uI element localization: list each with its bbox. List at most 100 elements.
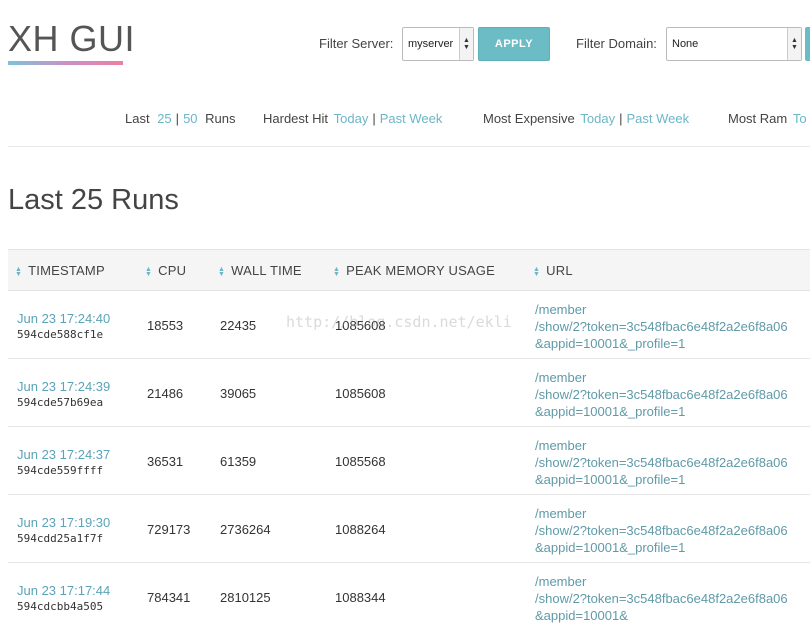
sort-arrows-icon: ▲ ▼	[145, 265, 153, 278]
table-row: Jun 23 17:24:37 594cde559ffff 36531 6135…	[8, 427, 810, 495]
url-link[interactable]: /member /show/2?token=3c548fbac6e48f2a2e…	[535, 301, 788, 352]
wall-time-value: 39065	[220, 386, 257, 401]
url-line: /member	[535, 438, 587, 453]
nav-runs-label: Runs	[205, 111, 236, 126]
runs-table: ▲ ▼ TIMESTAMP ▲ ▼ CPU ▲ ▼ WALL TIME ▲ ▼ PEAK MEM…	[8, 249, 810, 625]
url-line: /member	[535, 370, 587, 385]
server-select[interactable]: myserver ▲ ▼	[402, 27, 474, 61]
timestamp-link[interactable]: Jun 23 17:24:37	[17, 447, 110, 462]
cpu-value: 784341	[147, 590, 191, 605]
server-select-value: myserver	[408, 38, 454, 50]
url-link[interactable]: /member /show/2?token=3c548fbac6e48f2a2e…	[535, 437, 788, 488]
url-line: &appid=10001&	[535, 608, 628, 623]
timestamp-link[interactable]: Jun 23 17:19:30	[17, 515, 110, 530]
wall-time-value: 2736264	[220, 522, 271, 537]
header-url-label: URL	[546, 263, 573, 278]
run-id: 594cdd25a1f7f	[17, 532, 104, 545]
peak-memory-value: 1088344	[335, 590, 386, 605]
dropdown-arrow-icon: ▲ ▼	[459, 28, 473, 60]
url-line: /show/2?token=3c548fbac6e48f2a2e6f8a06	[535, 319, 788, 334]
nav-most-expensive-week-link[interactable]: Past Week	[626, 111, 689, 126]
page-title: Last 25 Runs	[8, 184, 179, 216]
timestamp-link[interactable]: Jun 23 17:24:39	[17, 379, 110, 394]
header-cpu[interactable]: ▲ ▼ CPU	[145, 263, 186, 278]
run-id: 594cde588cf1e	[17, 328, 104, 341]
cpu-value: 21486	[147, 386, 184, 401]
filter-domain-label: Filter Domain:	[576, 36, 657, 51]
sort-arrows-icon: ▲ ▼	[533, 265, 541, 278]
url-line: /show/2?token=3c548fbac6e48f2a2e6f8a06	[535, 523, 788, 538]
nav-most-ram-today-link[interactable]: To	[793, 111, 807, 126]
peak-memory-value: 1088264	[335, 522, 386, 537]
header-peak-memory[interactable]: ▲ ▼ PEAK MEMORY USAGE	[333, 263, 495, 278]
url-line: &appid=10001&_profile=1	[535, 404, 686, 419]
nav-most-ram-label: Most Ram	[728, 111, 788, 126]
peak-memory-value: 1085568	[335, 454, 386, 469]
dropdown-arrow-icon: ▲ ▼	[787, 28, 801, 60]
nav-hardest-hit-label: Hardest Hit	[263, 111, 329, 126]
url-line: &appid=10001&_profile=1	[535, 472, 686, 487]
nav-most-expensive-label: Most Expensive	[483, 111, 575, 126]
url-line: /show/2?token=3c548fbac6e48f2a2e6f8a06	[535, 455, 788, 470]
url-link[interactable]: /member /show/2?token=3c548fbac6e48f2a2e…	[535, 505, 788, 556]
timestamp-link[interactable]: Jun 23 17:17:44	[17, 583, 110, 598]
nav-last-runs: Last 25 | 50 Runs	[125, 111, 236, 126]
nav-most-expensive-today-link[interactable]: Today	[580, 111, 615, 126]
url-link[interactable]: /member /show/2?token=3c548fbac6e48f2a2e…	[535, 573, 788, 624]
timestamp-link[interactable]: Jun 23 17:24:40	[17, 311, 110, 326]
apply-button[interactable]: APPLY	[478, 27, 550, 61]
domain-select-value: None	[672, 38, 699, 50]
table-row: Jun 23 17:24:40 594cde588cf1e 18553 2243…	[8, 291, 810, 359]
header-peak-memory-label: PEAK MEMORY USAGE	[346, 263, 495, 278]
url-line: /show/2?token=3c548fbac6e48f2a2e6f8a06	[535, 591, 788, 606]
header-url[interactable]: ▲ ▼ URL	[533, 263, 573, 278]
wall-time-value: 22435	[220, 318, 257, 333]
nav-hardest-hit: Hardest Hit Today | Past Week	[263, 111, 442, 126]
nav-last-50-link[interactable]: 50	[183, 111, 197, 126]
nav-hardest-hit-today-link[interactable]: Today	[334, 111, 369, 126]
table-row: Jun 23 17:24:39 594cde57b69ea 21486 3906…	[8, 359, 810, 427]
table-row: Jun 23 17:19:30 594cdd25a1f7f 729173 273…	[8, 495, 810, 563]
header-wall-time[interactable]: ▲ ▼ WALL TIME	[218, 263, 302, 278]
header-wall-time-label: WALL TIME	[231, 263, 302, 278]
url-line: /show/2?token=3c548fbac6e48f2a2e6f8a06	[535, 387, 788, 402]
header-cpu-label: CPU	[158, 263, 187, 278]
url-line: /member	[535, 574, 587, 589]
run-id: 594cdcbb4a505	[17, 600, 104, 613]
wall-time-value: 61359	[220, 454, 257, 469]
nav-last-25-link[interactable]: 25	[157, 111, 171, 126]
app-logo[interactable]: XH GUI	[8, 18, 135, 60]
url-line: &appid=10001&_profile=1	[535, 540, 686, 555]
nav-separator: |	[175, 111, 180, 126]
run-id: 594cde57b69ea	[17, 396, 104, 409]
run-id: 594cde559ffff	[17, 464, 104, 477]
nav-most-ram: Most Ram To	[728, 111, 807, 126]
nav-separator: |	[372, 111, 376, 126]
cpu-value: 729173	[147, 522, 191, 537]
sort-arrows-icon: ▲ ▼	[333, 265, 341, 278]
domain-apply-button[interactable]	[805, 27, 810, 61]
cpu-value: 18553	[147, 318, 184, 333]
url-link[interactable]: /member /show/2?token=3c548fbac6e48f2a2e…	[535, 369, 788, 420]
domain-select[interactable]: None ▲ ▼	[666, 27, 802, 61]
nav-hardest-hit-week-link[interactable]: Past Week	[380, 111, 443, 126]
peak-memory-value: 1085608	[335, 386, 386, 401]
table-row: Jun 23 17:17:44 594cdcbb4a505 784341 281…	[8, 563, 810, 625]
nav-separator: |	[619, 111, 623, 126]
sort-arrows-icon: ▲ ▼	[15, 265, 23, 278]
logo-underline	[8, 61, 123, 65]
nav-last-label: Last	[125, 111, 150, 126]
peak-memory-value: 1085608	[335, 318, 386, 333]
table-header: ▲ ▼ TIMESTAMP ▲ ▼ CPU ▲ ▼ WALL TIME ▲ ▼ PEAK MEM…	[8, 249, 810, 291]
cpu-value: 36531	[147, 454, 184, 469]
filter-server-label: Filter Server:	[319, 36, 394, 51]
sort-arrows-icon: ▲ ▼	[218, 265, 226, 278]
nav-most-expensive: Most Expensive Today | Past Week	[483, 111, 689, 126]
divider	[8, 146, 810, 147]
header-timestamp[interactable]: ▲ ▼ TIMESTAMP	[15, 263, 105, 278]
url-line: /member	[535, 506, 587, 521]
url-line: /member	[535, 302, 587, 317]
header-timestamp-label: TIMESTAMP	[28, 263, 105, 278]
url-line: &appid=10001&_profile=1	[535, 336, 686, 351]
wall-time-value: 2810125	[220, 590, 271, 605]
